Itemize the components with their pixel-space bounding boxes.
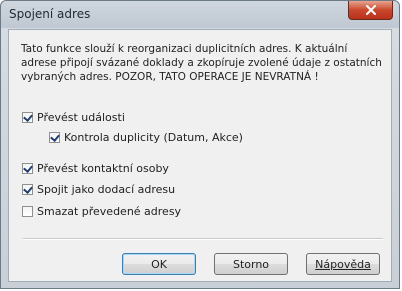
checkbox-kontrola-duplicity-label: Kontrola duplicity (Datum, Akce) (64, 131, 243, 144)
close-button[interactable] (348, 1, 393, 20)
checkbox-prevest-udalosti-label: Převést události (37, 111, 125, 124)
checkbox-smazat-prevedene-box[interactable] (22, 206, 33, 217)
ok-button[interactable]: OK (122, 253, 196, 275)
description-text: Tato funkce slouží k reorganizaci duplic… (21, 43, 382, 83)
window-title: Spojení adres (9, 7, 91, 21)
help-button-label: Nápověda (315, 257, 371, 271)
storno-button[interactable]: Storno (214, 253, 288, 275)
checkbox-prevest-kontaktni-osoby-label: Převést kontaktní osoby (37, 162, 169, 175)
separator (23, 238, 383, 240)
help-button[interactable]: Nápověda (306, 253, 380, 275)
checkbox-prevest-kontaktni-osoby-box[interactable] (22, 163, 33, 174)
checkbox-spojit-dodaci-box[interactable] (22, 184, 33, 195)
checkbox-prevest-udalosti[interactable]: Převést události (22, 111, 125, 124)
dialog-content: Tato funkce slouží k reorganizaci duplic… (8, 29, 392, 282)
checkbox-prevest-udalosti-box[interactable] (22, 112, 33, 123)
checkbox-spojit-dodaci[interactable]: Spojit jako dodací adresu (22, 183, 175, 196)
title-bar[interactable]: Spojení adres (1, 1, 399, 28)
checkbox-spojit-dodaci-label: Spojit jako dodací adresu (37, 183, 176, 196)
checkbox-smazat-prevedene[interactable]: Smazat převedené adresy (22, 205, 181, 218)
dialog-window: Spojení adres Tato funkce slouží k reorg… (0, 0, 400, 289)
checkbox-kontrola-duplicity[interactable]: Kontrola duplicity (Datum, Akce) (49, 131, 243, 144)
checkbox-kontrola-duplicity-box[interactable] (49, 132, 60, 143)
checkbox-smazat-prevedene-label: Smazat převedené adresy (37, 205, 182, 218)
close-icon (365, 5, 376, 15)
checkbox-prevest-kontaktni-osoby[interactable]: Převést kontaktní osoby (22, 162, 169, 175)
